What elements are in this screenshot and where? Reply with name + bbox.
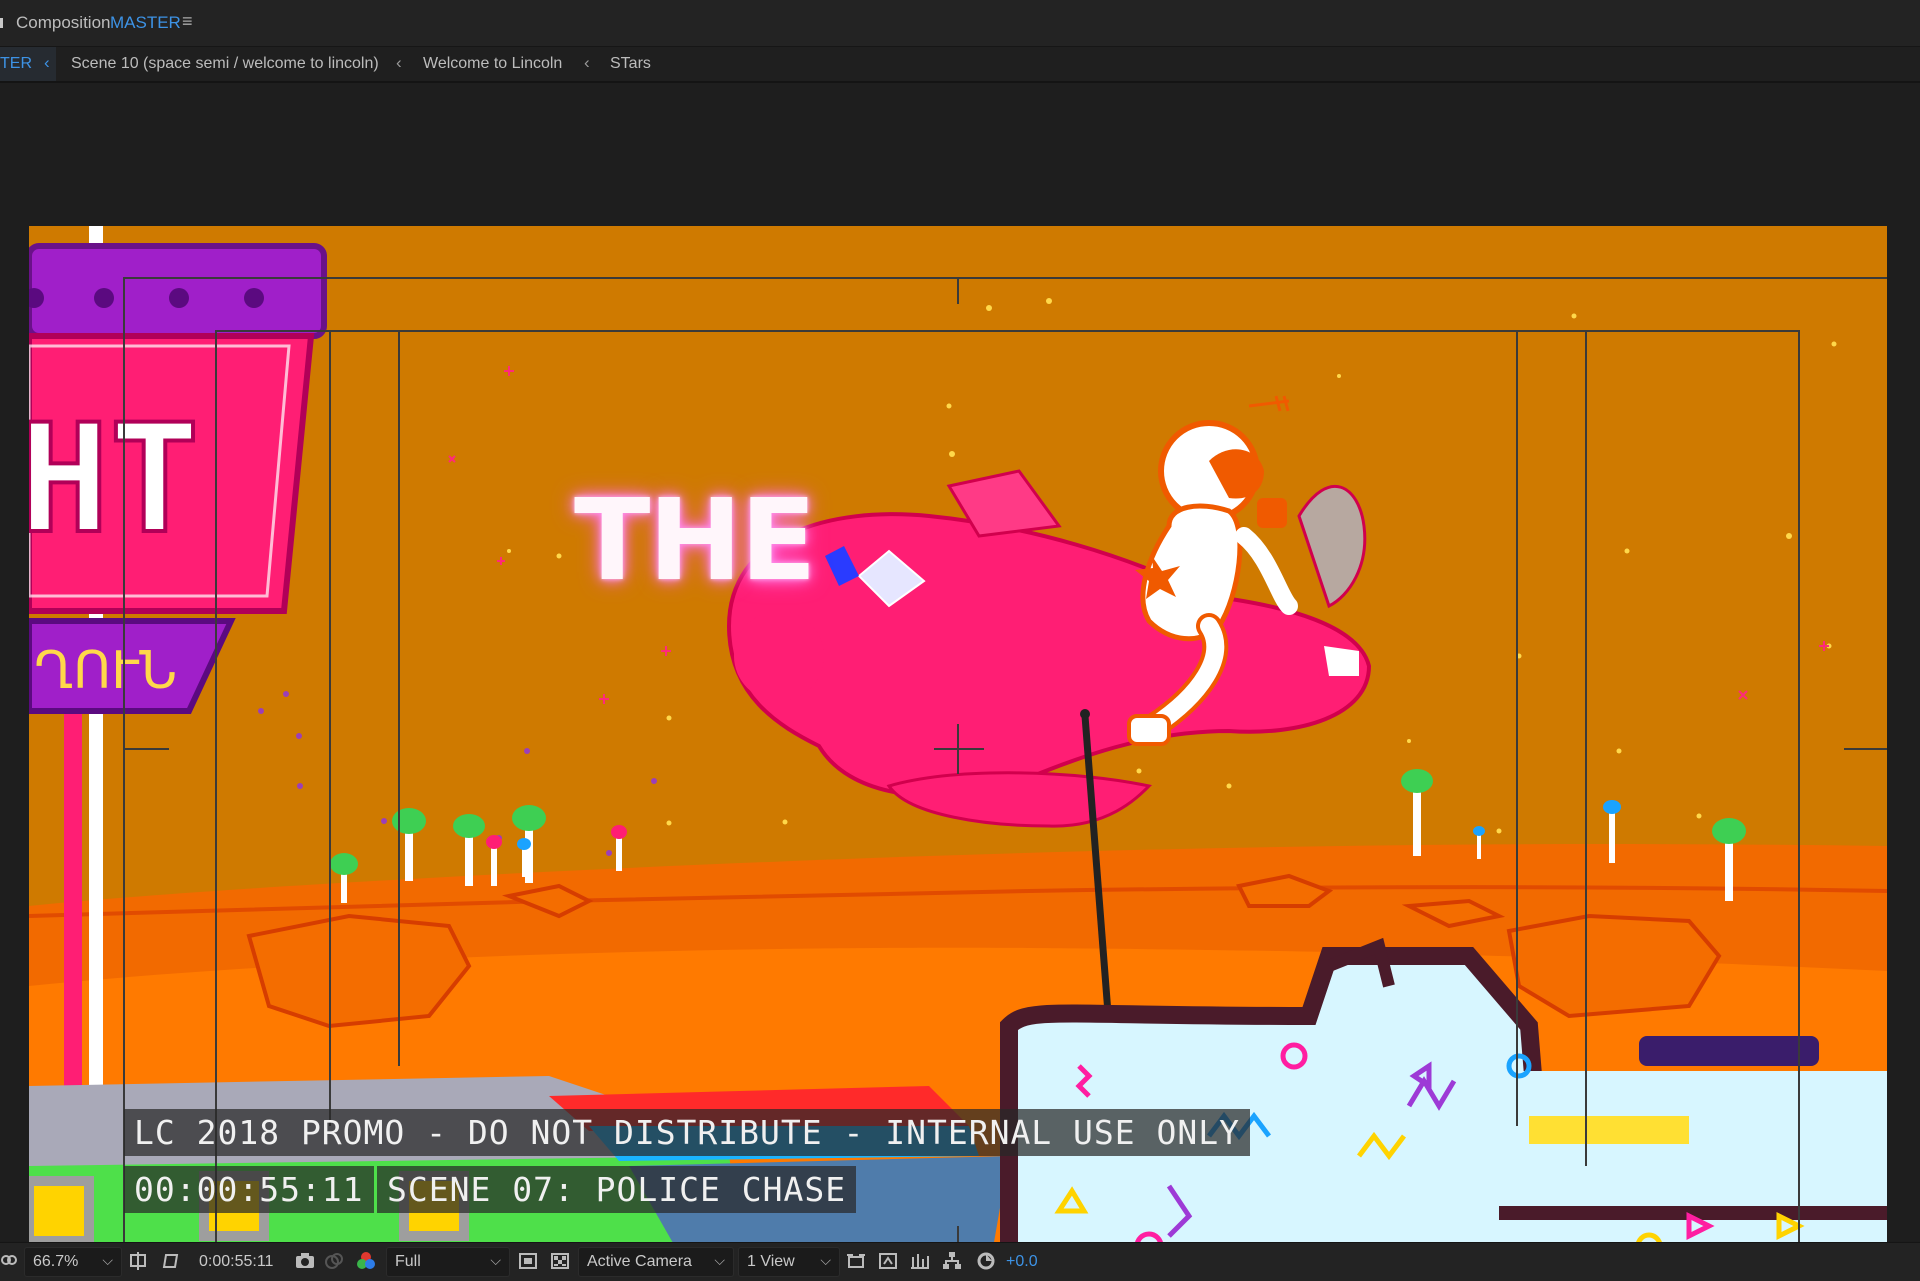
chevron-down-icon: ⌵ [102, 1252, 113, 1268]
mask-toggle-icon[interactable] [160, 1251, 180, 1276]
color-channels-icon[interactable] [356, 1251, 376, 1276]
zoom-value: 66.7% [33, 1253, 79, 1270]
camera-value: Active Camera [587, 1253, 692, 1270]
chevron-down-icon: ⌵ [490, 1252, 501, 1268]
flowchart-icon[interactable] [942, 1251, 962, 1276]
composition-name[interactable]: MASTER [110, 13, 181, 33]
fast-previews-icon[interactable] [878, 1251, 898, 1276]
headline-text: THE [574, 476, 817, 606]
region-of-interest-icon[interactable] [518, 1251, 538, 1276]
panel-grip[interactable] [0, 18, 3, 28]
chevron-down-icon: ⌵ [820, 1252, 831, 1268]
current-time[interactable]: 0:00:55:11 [199, 1253, 273, 1271]
svg-text:HT: HT [29, 393, 200, 567]
transparency-grid-icon[interactable] [550, 1251, 570, 1276]
burnin-timecode: 00:00:55:11 [124, 1166, 374, 1213]
breadcrumb: TER ‹ Scene 10 (space semi / welcome to … [0, 47, 1920, 83]
composition-canvas[interactable]: HT ՂՈՒՆ THE LC 2018 PROMO - DO NOT DISTR… [29, 226, 1887, 1271]
camera-dropdown[interactable]: Active Camera ⌵ [578, 1247, 734, 1277]
chevron-left-icon: ‹ [396, 53, 402, 72]
breadcrumb-item-stars[interactable]: STars [610, 55, 651, 73]
view-layout-value: 1 View [747, 1253, 795, 1270]
chevron-left-icon: ‹ [584, 53, 590, 72]
always-preview-icon[interactable] [0, 1252, 18, 1275]
view-layout-dropdown[interactable]: 1 View ⌵ [738, 1247, 840, 1277]
resolution-grid-icon[interactable] [128, 1251, 148, 1276]
panel-title-bar: Composition MASTER ≡ [0, 0, 1920, 47]
show-snapshot-icon[interactable] [324, 1251, 344, 1276]
reset-exposure-icon[interactable] [976, 1251, 996, 1276]
camera-snapshot-icon[interactable] [294, 1251, 316, 1276]
exposure-value[interactable]: +0.0 [1006, 1253, 1038, 1271]
composition-viewer[interactable]: HT ՂՈՒՆ THE LC 2018 PROMO - DO NOT DISTR… [0, 83, 1920, 1271]
chevron-left-icon: ‹ [44, 53, 50, 72]
zoom-dropdown[interactable]: 66.7% ⌵ [24, 1247, 122, 1277]
breadcrumb-item-scene10[interactable]: Scene 10 (space semi / welcome to lincol… [71, 55, 379, 73]
breadcrumb-item-master[interactable]: TER [0, 55, 32, 73]
toggle-pixel-aspect-icon[interactable] [846, 1251, 866, 1276]
svg-text:ՂՈՒՆ: ՂՈՒՆ [34, 641, 177, 701]
resolution-dropdown[interactable]: Full ⌵ [386, 1247, 510, 1277]
hamburger-icon[interactable]: ≡ [182, 11, 193, 32]
burnin-scene: SCENE 07: POLICE CHASE [377, 1166, 857, 1213]
panel-title-label: Composition [16, 13, 111, 32]
burnin-title: LC 2018 PROMO - DO NOT DISTRIBUTE - INTE… [124, 1109, 1250, 1156]
breadcrumb-item-welcome[interactable]: Welcome to Lincoln [423, 55, 562, 73]
chevron-down-icon: ⌵ [714, 1252, 725, 1268]
timeline-icon[interactable] [910, 1251, 930, 1276]
resolution-value: Full [395, 1253, 421, 1270]
viewer-status-bar: 66.7% ⌵ 0:00:55:11 Full ⌵ Active Camera … [0, 1242, 1920, 1281]
